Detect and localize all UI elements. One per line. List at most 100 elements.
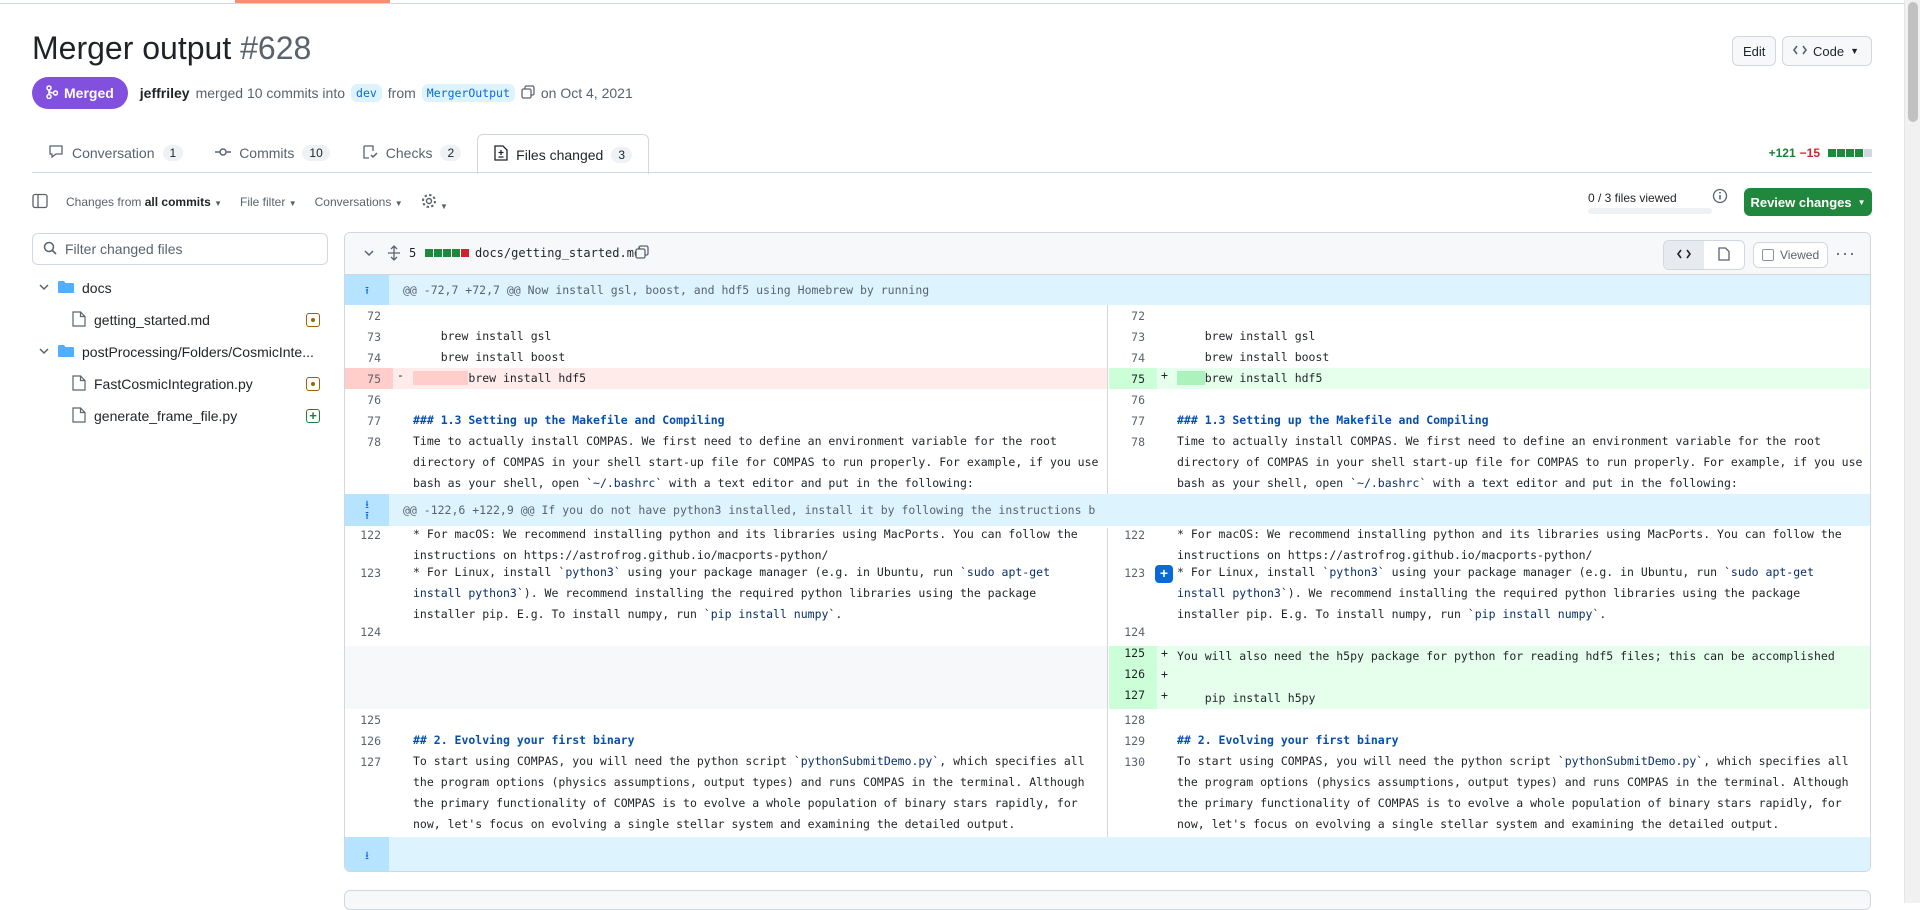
line-number[interactable]: 77 xyxy=(345,410,393,431)
file-path[interactable]: docs/getting_started.md xyxy=(475,246,641,260)
diffstat-block xyxy=(425,249,433,257)
info-icon[interactable] xyxy=(1712,188,1728,207)
source-view-button[interactable] xyxy=(1664,241,1704,269)
line-number[interactable]: 126 xyxy=(1109,667,1157,688)
line-number[interactable]: 129 xyxy=(1109,730,1157,751)
tab-counter: 10 xyxy=(302,145,330,161)
line-number[interactable]: 122 xyxy=(1109,528,1157,562)
tree-file-getting-started[interactable]: getting_started.md xyxy=(72,304,210,336)
line-number[interactable]: 78 xyxy=(345,431,393,494)
line-number[interactable]: 124 xyxy=(345,625,393,646)
code-text: * For Linux, install ` xyxy=(1177,565,1330,579)
expand-up-icon[interactable]: ⭱ xyxy=(345,275,389,305)
line-number[interactable]: 127 xyxy=(1109,688,1157,709)
folder-icon xyxy=(58,280,74,297)
code-text: `. xyxy=(828,607,843,621)
expand-down-icon[interactable]: ⭳ xyxy=(345,837,389,871)
conversations-dropdown[interactable]: Conversations ▼ xyxy=(315,195,403,209)
page-scrollbar[interactable] xyxy=(1904,0,1920,903)
file-filter-dropdown[interactable]: File filter ▼ xyxy=(240,195,297,209)
review-changes-button[interactable]: Review changes ▼ xyxy=(1744,188,1872,216)
rich-view-button[interactable] xyxy=(1704,241,1744,269)
line-number[interactable]: 124 xyxy=(1109,625,1157,646)
settings-dropdown[interactable]: ▼ xyxy=(421,193,448,212)
line-number[interactable]: 125 xyxy=(1109,646,1157,667)
search-icon xyxy=(43,241,57,258)
addition-marker: + xyxy=(1161,646,1168,660)
chevron-down-icon: ▼ xyxy=(439,201,448,211)
line-number[interactable]: 123 xyxy=(345,562,393,625)
line-number[interactable]: 75 xyxy=(345,368,393,389)
checklist-icon xyxy=(362,144,378,163)
line-number[interactable]: 128 xyxy=(1109,709,1157,730)
line-number[interactable]: 130 xyxy=(1109,751,1157,837)
viewed-checkbox[interactable]: Viewed xyxy=(1753,242,1829,268)
copy-icon[interactable] xyxy=(521,84,535,102)
folder-icon xyxy=(58,344,74,361)
filter-files-input[interactable]: Filter changed files xyxy=(32,233,328,265)
line-number[interactable]: 127 xyxy=(345,751,393,837)
file-name: generate_frame_file.py xyxy=(94,408,238,424)
line-number[interactable]: 73 xyxy=(1109,326,1157,347)
code-line: ## 2. Evolving your first binary xyxy=(1177,733,1399,747)
tab-label: Files changed xyxy=(516,146,604,163)
scrollbar-thumb[interactable] xyxy=(1908,2,1918,122)
line-number[interactable]: 76 xyxy=(345,389,393,410)
changes-value: all commits xyxy=(144,195,211,209)
code-text: To start using COMPAS, you will need the… xyxy=(413,754,801,768)
diffstat-block xyxy=(434,249,442,257)
top-nav-underline xyxy=(0,0,1904,4)
inline-code: pip install numpy xyxy=(710,607,829,621)
tree-folder-postprocessing[interactable]: postProcessing/Folders/CosmicInte... xyxy=(38,336,314,368)
tab-checks[interactable]: Checks 2 xyxy=(346,133,477,173)
file-icon xyxy=(72,374,86,394)
line-number[interactable]: 72 xyxy=(1109,305,1157,326)
author-link[interactable]: jeffriley xyxy=(140,85,190,101)
tree-file-generate-frame[interactable]: generate_frame_file.py xyxy=(72,400,237,432)
expand-both-icon[interactable]: ⭳ ⭱ xyxy=(345,494,389,526)
kebab-menu-icon[interactable]: ··· xyxy=(1835,243,1856,264)
diffstat-block xyxy=(1855,149,1863,157)
line-number[interactable]: 78 xyxy=(1109,431,1157,494)
code-line: pip install h5py xyxy=(1177,691,1316,705)
code-line: brew install gsl xyxy=(413,329,552,343)
expand-all-icon[interactable] xyxy=(387,245,401,264)
line-number[interactable]: 122 xyxy=(345,528,393,562)
folder-name: docs xyxy=(82,280,112,296)
line-number[interactable]: 125 xyxy=(345,709,393,730)
tree-folder-docs[interactable]: docs xyxy=(38,272,112,304)
code-icon xyxy=(1793,44,1807,59)
edit-button[interactable]: Edit xyxy=(1732,36,1777,66)
head-branch[interactable]: MergerOutput xyxy=(421,84,515,102)
changes-from-dropdown[interactable]: Changes from all commits ▼ xyxy=(66,195,222,209)
add-comment-button[interactable]: + xyxy=(1155,565,1173,583)
line-number[interactable]: 77 xyxy=(1109,410,1157,431)
tab-conversation[interactable]: Conversation 1 xyxy=(32,133,199,173)
line-number[interactable]: 72 xyxy=(345,305,393,326)
line-number[interactable]: 75 xyxy=(1109,368,1157,389)
code-button[interactable]: Code ▼ xyxy=(1782,36,1872,66)
inline-code: pythonSubmitDemo.py xyxy=(1564,754,1697,768)
table-row: 78 Time to actually install COMPAS. We fi… xyxy=(345,431,1870,494)
line-number[interactable]: 74 xyxy=(345,347,393,368)
line-number[interactable]: 126 xyxy=(345,730,393,751)
tree-file-fastcosmic[interactable]: FastCosmicIntegration.py xyxy=(72,368,253,400)
sidebar-toggle-icon[interactable] xyxy=(32,193,48,212)
line-number[interactable]: 76 xyxy=(1109,389,1157,410)
tab-files-changed[interactable]: Files changed 3 xyxy=(477,134,650,174)
copy-icon[interactable] xyxy=(635,245,649,262)
line-number[interactable]: 74 xyxy=(1109,347,1157,368)
tab-commits[interactable]: Commits 10 xyxy=(199,133,346,173)
addition-marker: + xyxy=(1161,368,1168,382)
table-row: 72 72 xyxy=(345,305,1870,326)
whitespace-highlight xyxy=(413,371,469,385)
active-nav-accent xyxy=(235,0,390,3)
line-number[interactable]: 73 xyxy=(345,326,393,347)
table-row: 73 brew install gsl 73 brew install gsl xyxy=(345,326,1870,347)
base-branch[interactable]: dev xyxy=(351,84,382,102)
chevron-down-icon[interactable] xyxy=(363,246,375,262)
tab-label: Commits xyxy=(239,145,295,161)
line-number[interactable]: 123 xyxy=(1109,562,1157,625)
whitespace-highlight xyxy=(1177,371,1205,385)
tab-counter: 1 xyxy=(162,145,184,161)
